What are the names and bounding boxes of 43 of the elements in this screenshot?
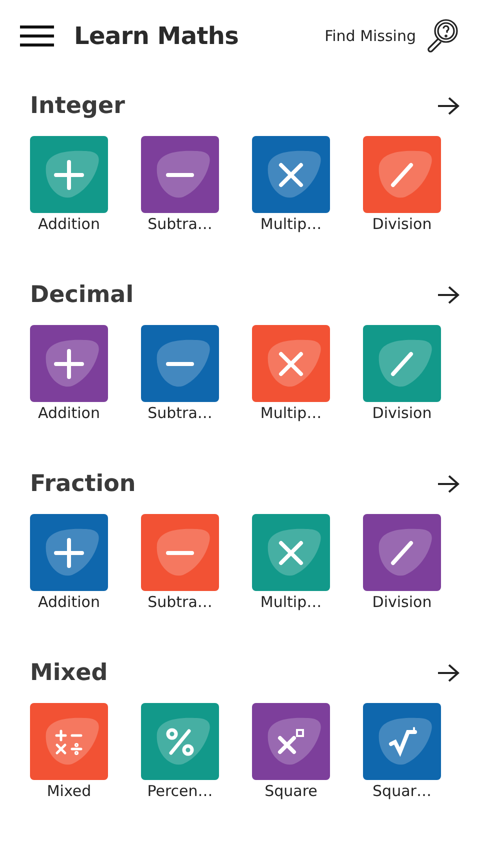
operation-tile[interactable] bbox=[363, 514, 441, 591]
operation-tile[interactable] bbox=[252, 703, 330, 780]
section-title: Integer bbox=[30, 93, 125, 119]
tile-label: Division bbox=[372, 593, 432, 611]
operation-tile[interactable] bbox=[252, 136, 330, 213]
section-title: Mixed bbox=[30, 660, 108, 686]
tile-label: Subtra… bbox=[148, 215, 212, 233]
arrow-right-icon[interactable] bbox=[436, 663, 460, 683]
operation-tile[interactable] bbox=[363, 136, 441, 213]
operation-tile[interactable] bbox=[141, 514, 219, 591]
operation-tile[interactable] bbox=[141, 703, 219, 780]
operation-tile[interactable] bbox=[30, 703, 108, 780]
tile-label: Square bbox=[264, 782, 318, 800]
tile-label: Subtra… bbox=[148, 404, 212, 422]
tile-label: Addition bbox=[38, 593, 100, 611]
arrow-right-icon[interactable] bbox=[436, 474, 460, 494]
tile-label: Multip… bbox=[260, 215, 322, 233]
operation-tile[interactable] bbox=[30, 136, 108, 213]
section-title: Fraction bbox=[30, 471, 136, 497]
find-missing-button[interactable]: Find Missing bbox=[324, 18, 460, 54]
tile-label: Subtra… bbox=[148, 593, 212, 611]
tile-label: Multip… bbox=[260, 593, 322, 611]
operation-tile[interactable] bbox=[252, 514, 330, 591]
tile-label: Division bbox=[372, 215, 432, 233]
tile-label: Mixed bbox=[46, 782, 92, 800]
arrow-right-icon[interactable] bbox=[436, 96, 460, 116]
tile-label: Squar… bbox=[372, 782, 432, 800]
menu-icon[interactable] bbox=[20, 25, 54, 47]
tile-label: Multip… bbox=[260, 404, 322, 422]
operation-tile[interactable] bbox=[252, 325, 330, 402]
tile-label: Percen… bbox=[147, 782, 213, 800]
app-title: Learn Maths bbox=[74, 22, 240, 50]
tile-label: Division bbox=[372, 404, 432, 422]
operation-tile[interactable] bbox=[363, 703, 441, 780]
operation-tile[interactable] bbox=[363, 325, 441, 402]
tile-label: Addition bbox=[38, 215, 100, 233]
tile-label: Addition bbox=[38, 404, 100, 422]
section-title: Decimal bbox=[30, 282, 134, 308]
operation-tile[interactable] bbox=[30, 325, 108, 402]
operation-tile[interactable] bbox=[30, 514, 108, 591]
arrow-right-icon[interactable] bbox=[436, 285, 460, 305]
operation-tile[interactable] bbox=[141, 136, 219, 213]
operation-tile[interactable] bbox=[141, 325, 219, 402]
